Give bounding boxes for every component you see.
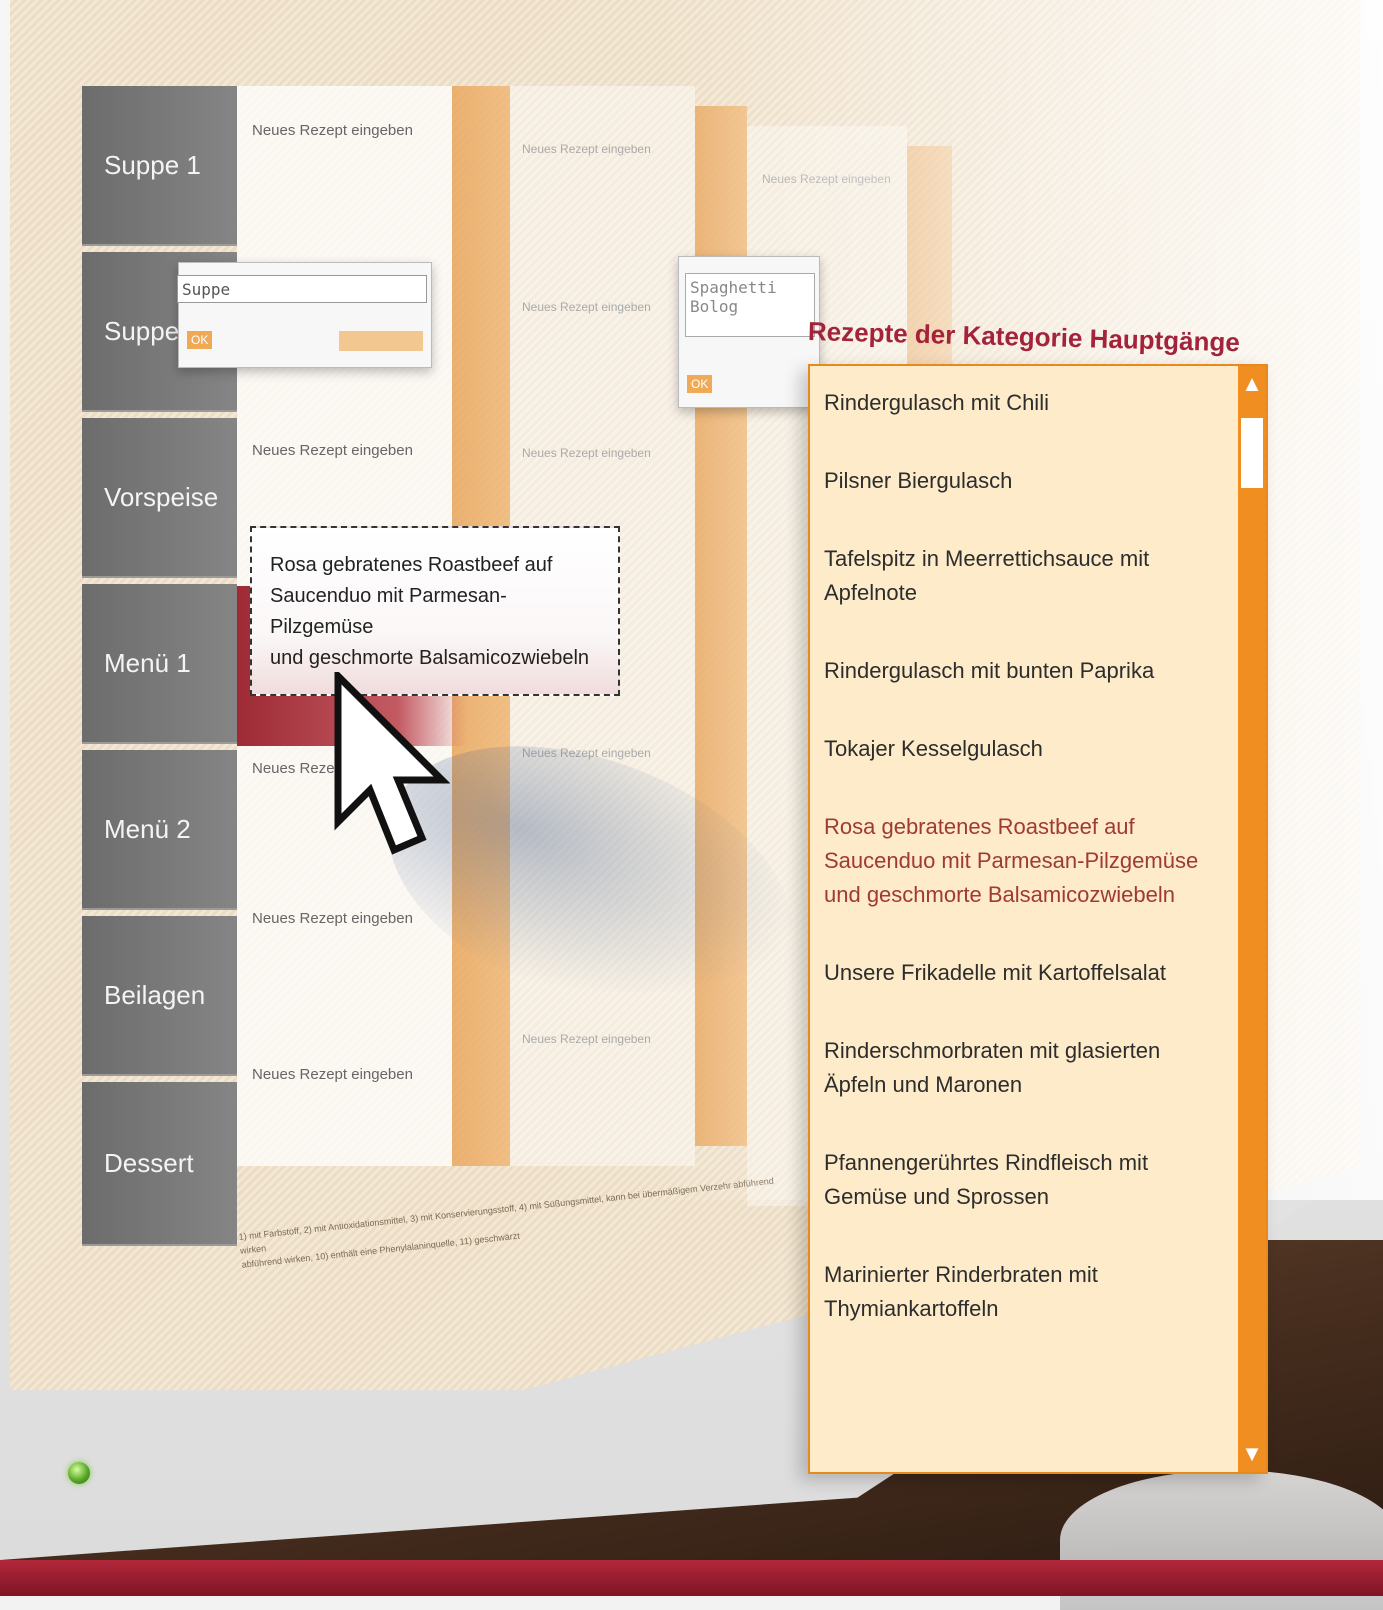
arrow-up-icon[interactable]: ▲ [1241,370,1263,398]
row-label-beilagen: Beilagen [82,916,237,1076]
arrow-down-icon[interactable]: ▼ [1241,1440,1263,1468]
scrollbar[interactable]: ▲ ▼ [1238,366,1266,1472]
recipe-list: Rindergulasch mit Chili Pilsner Biergulas… [824,386,1224,1370]
bottom-band [0,1560,1383,1596]
inline-editor-suppe: Suppe OK [177,262,432,368]
recipe-list-item[interactable]: Rindergulasch mit Chili [824,386,1224,420]
ok-button[interactable]: OK [687,375,713,393]
row-label-dessert: Dessert [82,1082,237,1246]
scroll-thumb[interactable] [1241,418,1263,488]
recipe-input[interactable]: Spaghetti Bolog [685,273,815,337]
recipe-list-item[interactable]: Pilsner Biergulasch [824,464,1224,498]
recipe-list-item[interactable]: Tokajer Kesselgulasch [824,732,1224,766]
drag-preview-tooltip: Rosa gebratenes Roastbeef auf Saucenduo … [250,526,620,696]
recipe-list-item[interactable]: Rindergulasch mit bunten Paprika [824,654,1224,688]
row-label-menu-1: Menü 1 [82,584,237,744]
arrow-cursor-icon [330,667,451,877]
recipe-list-item[interactable]: Rosa gebratenes Roastbeef auf Saucenduo … [824,810,1224,912]
recipe-cell[interactable]: Neues Rezept eingeben [522,300,651,314]
recipe-input[interactable]: Suppe [177,275,427,303]
recipe-list-item[interactable]: Unsere Frikadelle mit Kartoffelsalat [824,956,1224,990]
recipe-cell[interactable]: Neues Rezept eingeben [252,910,413,927]
recipe-cell[interactable]: Neues Rezept eingeben [522,142,651,156]
recipe-list-item[interactable]: Marinierter Rinderbraten mit Thymiankart… [824,1258,1224,1326]
recipe-list-item[interactable]: Rinderschmorbraten mit glasierten Äpfeln… [824,1034,1224,1102]
row-label-suppe-1: Suppe 1 [82,86,237,246]
recipe-cell[interactable]: Neues Rezept eingeben [252,1066,413,1083]
recipe-list-item[interactable]: Pfannengerührtes Rindfleisch mit Gemüse … [824,1146,1224,1214]
power-led-icon [68,1462,90,1484]
row-label-menu-2: Menü 2 [82,750,237,910]
recipe-cell[interactable]: Neues Rezept eingeben [522,446,651,460]
cancel-button[interactable] [339,331,423,351]
recipe-cell[interactable]: Neues Rezept eingeben [252,442,413,459]
inline-editor-spaghetti: Spaghetti Bolog OK [678,256,820,408]
recipe-cell[interactable]: Neues Rezept eingeben [252,122,413,139]
recipe-list-item[interactable]: Tafelspitz in Meerrettichsauce mit Apfel… [824,542,1224,610]
row-label-vorspeise: Vorspeise [82,418,237,578]
recipe-list-panel: Rindergulasch mit Chili Pilsner Biergulas… [808,364,1268,1474]
recipe-cell[interactable]: Neues Rezept eingeben [522,1032,651,1046]
ok-button[interactable]: OK [187,331,213,349]
